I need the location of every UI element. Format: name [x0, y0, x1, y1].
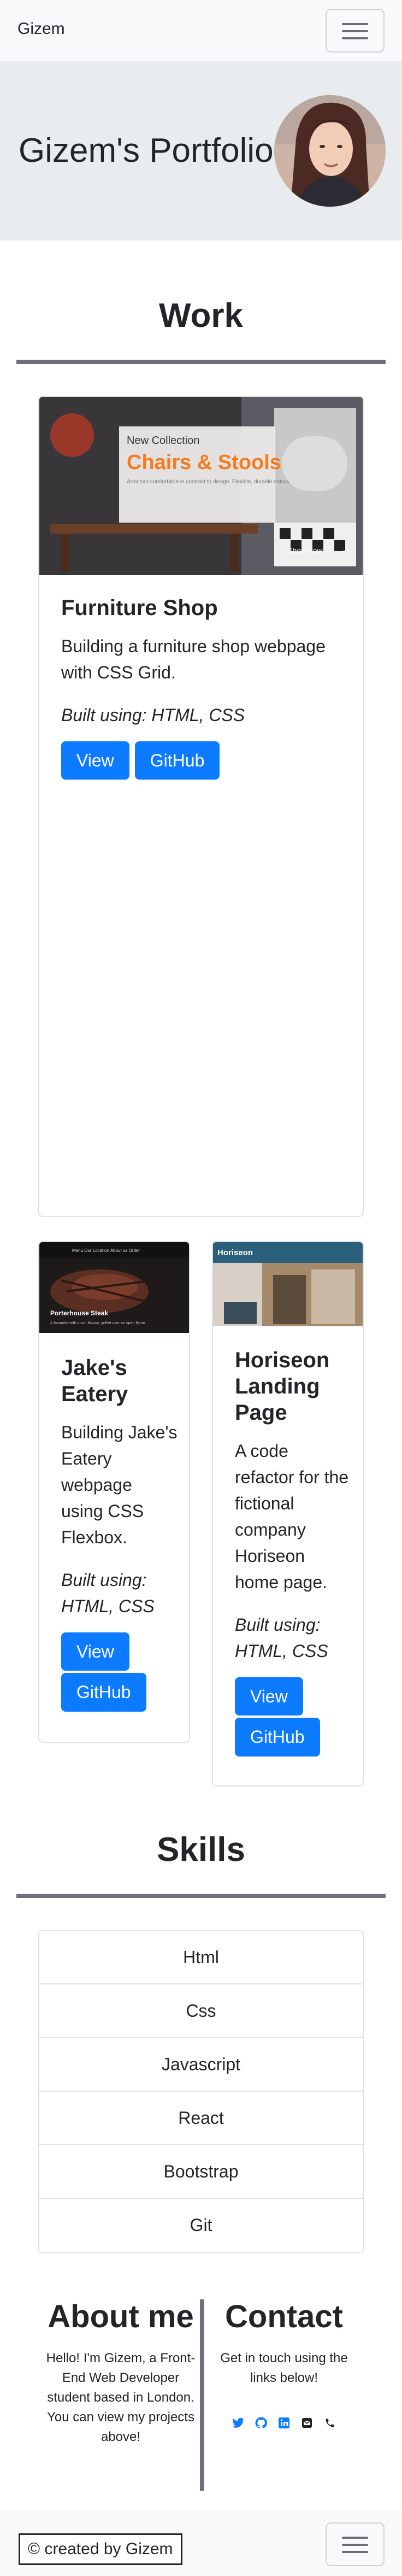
- skill-item: Css: [39, 1984, 363, 2038]
- project-description: A code refactor for the fictional compan…: [235, 1441, 349, 1592]
- furniture-shop-screenshot: New Collection Chairs & Stools Armchair …: [39, 397, 363, 575]
- twitter-icon[interactable]: [230, 2415, 246, 2431]
- arrow-right-icon: →: [343, 546, 350, 556]
- image-shop-now-text: Shop Now: [287, 546, 323, 555]
- view-button[interactable]: View: [61, 741, 129, 780]
- project-description: Building Jake's Eatery webpage using CSS…: [61, 1422, 178, 1547]
- project-card-jakes-eatery: Menu Our Location About us Order Porterh…: [38, 1241, 190, 1743]
- hamburger-icon-bar: [342, 2544, 368, 2546]
- skills-divider: [16, 1894, 386, 1898]
- about-contact-divider: [200, 2299, 204, 2491]
- image-headline-text: Chairs & Stools: [127, 451, 281, 474]
- skills-section-title: Skills: [157, 1831, 245, 1869]
- horiseon-screenshot: Horiseon: [213, 1242, 363, 1326]
- skills-list: Html Css Javascript React Bootstrap Git: [38, 1930, 364, 2253]
- github-button[interactable]: GitHub: [61, 1673, 146, 1712]
- hamburger-icon-bar: [342, 30, 368, 32]
- hamburger-icon-bar: [342, 37, 368, 39]
- work-divider: [16, 360, 386, 364]
- skill-item: React: [39, 2092, 363, 2145]
- linkedin-icon[interactable]: [276, 2415, 292, 2431]
- project-card-horiseon: Horiseon Horiseon Landing Page A code re…: [212, 1241, 364, 1787]
- view-button[interactable]: View: [235, 1677, 303, 1716]
- hamburger-icon: [342, 23, 368, 25]
- hero-jumbotron: Gizem's Portfolio: [0, 61, 402, 241]
- hamburger-icon-bar: [342, 2551, 368, 2553]
- image-dish-text: Porterhouse Steak: [50, 1309, 108, 1317]
- project-description: Building a furniture shop webpage with C…: [61, 636, 326, 682]
- footer-navbar: © created by Gizem: [0, 2510, 402, 2576]
- project-title: Horiseon Landing Page: [235, 1348, 330, 1425]
- project-buttons: View GitHub: [61, 1632, 178, 1712]
- contact-text: Get in touch using the links below!: [220, 2351, 348, 2385]
- view-button[interactable]: View: [61, 1632, 129, 1671]
- skill-item: Javascript: [39, 2038, 363, 2092]
- footer-toggler-button[interactable]: [326, 2522, 385, 2566]
- project-built-using: Built using: HTML, CSS: [235, 1615, 328, 1661]
- project-built-using: Built using: HTML, CSS: [61, 705, 245, 725]
- hamburger-icon: [342, 2537, 368, 2539]
- github-button[interactable]: GitHub: [134, 741, 220, 780]
- social-links: [229, 2415, 339, 2431]
- image-blurb-text: Armchair comfortable in contrast to desi…: [127, 479, 304, 485]
- image-dish-desc: A favourite with a rich flavour, grilled…: [50, 1321, 146, 1325]
- jakes-eatery-screenshot: Menu Our Location About us Order Porterh…: [39, 1242, 189, 1333]
- project-title: Jake's Eatery: [61, 1356, 128, 1406]
- phone-icon[interactable]: [322, 2415, 338, 2431]
- navbar-brand[interactable]: Gizem: [17, 20, 65, 38]
- github-button[interactable]: GitHub: [235, 1718, 320, 1757]
- navbar: Gizem: [0, 0, 402, 61]
- work-section-title: Work: [159, 297, 243, 335]
- project-title: Furniture Shop: [61, 596, 218, 620]
- image-brand-text: Horiseon: [217, 1248, 253, 1257]
- project-buttons: View GitHub: [61, 741, 346, 780]
- about-text: Hello! I'm Gizem, a Front-End Web Develo…: [46, 2351, 196, 2444]
- project-built-using: Built using: HTML, CSS: [61, 1570, 155, 1616]
- navbar-toggler-button[interactable]: [326, 9, 385, 52]
- profile-avatar: [274, 95, 386, 207]
- image-collection-text: New Collection: [127, 435, 199, 447]
- card-body: Jake's Eatery Building Jake's Eatery web…: [61, 1355, 178, 1712]
- skill-item: Bootstrap: [39, 2145, 363, 2199]
- project-card-furniture-shop: New Collection Chairs & Stools Armchair …: [38, 396, 364, 1217]
- card-body: Horiseon Landing Page A code refactor fo…: [235, 1347, 352, 1757]
- skill-item: Html: [39, 1931, 363, 1984]
- hero-title: Gizem's Portfolio: [19, 132, 274, 169]
- github-icon[interactable]: [253, 2415, 269, 2431]
- project-buttons: View GitHub: [235, 1677, 352, 1757]
- skill-item: Git: [190, 2215, 212, 2235]
- email-icon[interactable]: [299, 2415, 315, 2431]
- footer-credit: © created by Gizem: [19, 2533, 182, 2565]
- contact-title: Contact: [225, 2299, 343, 2334]
- image-nav-text: Menu Our Location About us Order: [72, 1248, 140, 1253]
- card-body: Furniture Shop Building a furniture shop…: [61, 595, 346, 780]
- about-title: About me: [48, 2299, 194, 2334]
